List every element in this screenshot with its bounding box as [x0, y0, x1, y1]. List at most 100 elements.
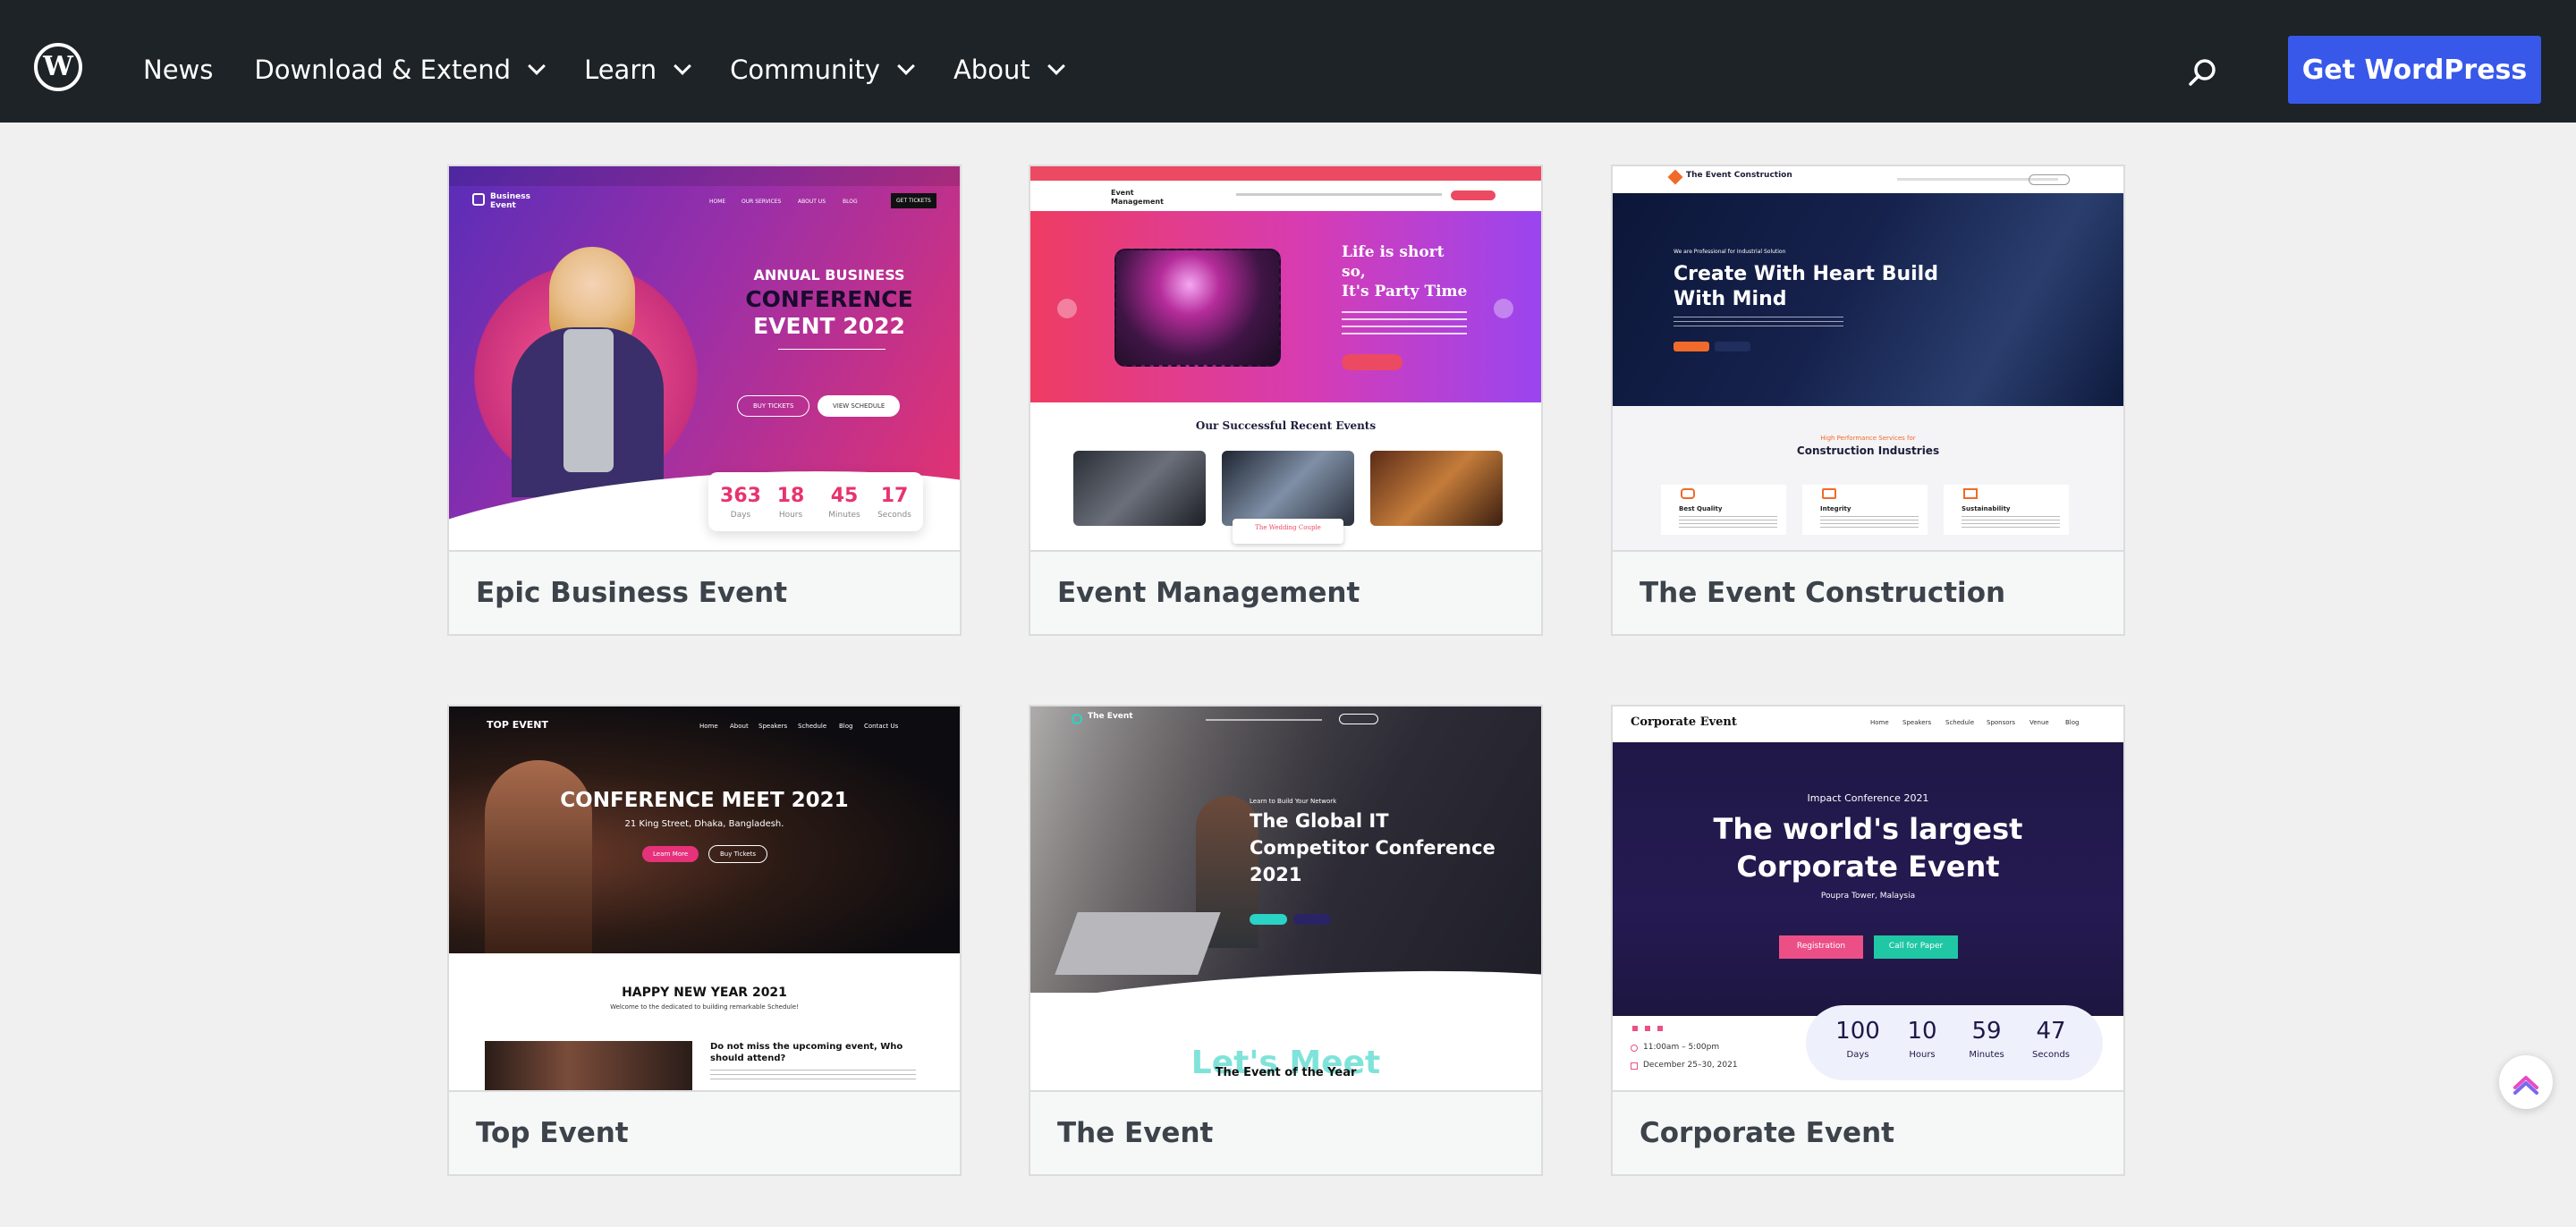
preview-headline: Create With Heart Build	[1674, 263, 1938, 285]
countdown-label: Days	[1846, 1050, 1869, 1060]
logo-icon	[472, 193, 485, 206]
preview-kicker: We are Professional for Industrial Solut…	[1674, 249, 1786, 255]
preview-kicker: ANNUAL BUSINESS	[753, 267, 905, 283]
preview-logo: The Event Construction	[1686, 171, 1792, 180]
wordpress-logo-icon[interactable]: W	[34, 43, 82, 91]
preview-call-for-paper-button: Call for Paper	[1874, 935, 1958, 959]
preview-headline: It's Party Time	[1342, 283, 1468, 300]
preview-topbar	[1030, 166, 1541, 181]
preview-button	[1715, 342, 1750, 351]
preview-logo: TOP EVENT	[487, 719, 548, 731]
preview-menu	[1236, 193, 1442, 196]
preview-buy-tickets-button: BUY TICKETS	[737, 395, 810, 417]
global-header: W News Download & Extend Learn Community…	[0, 0, 2576, 123]
theme-card-corporate-event[interactable]: Corporate Event Home Speakers Schedule S…	[1611, 705, 2125, 1176]
nav-item-learn[interactable]: Learn	[584, 55, 692, 85]
preview-headline: The Global IT	[1250, 810, 1389, 832]
chevron-down-icon	[897, 56, 915, 75]
preview-menu-item: Blog	[839, 723, 853, 730]
theme-preview: Business Event HOME OUR SERVICES ABOUT U…	[449, 166, 960, 550]
portrait-scarf	[564, 329, 614, 472]
help-widget-icon[interactable]	[2499, 1055, 2553, 1109]
countdown-days: 363	[720, 485, 761, 507]
preview-button	[1293, 914, 1331, 925]
quality-icon	[1681, 488, 1695, 499]
preview-button	[1674, 342, 1709, 351]
preview-hero	[1030, 211, 1541, 402]
nav-item-download-extend[interactable]: Download & Extend	[254, 55, 546, 85]
nav-item-about[interactable]: About	[953, 55, 1065, 85]
theme-title: Top Event	[476, 1117, 629, 1149]
preview-blurb: Do not miss the upcoming event, Who shou…	[710, 1042, 903, 1063]
countdown-label: Minutes	[828, 511, 860, 520]
preview-menu-item: ABOUT US	[798, 199, 826, 205]
preview-body-text	[710, 1070, 916, 1082]
theme-title: Event Management	[1057, 577, 1360, 609]
main-nav: News Download & Extend Learn Community A…	[143, 0, 1104, 139]
theme-card-epic-business-event[interactable]: Business Event HOME OUR SERVICES ABOUT U…	[447, 165, 962, 636]
preview-headline: EVENT 2022	[753, 313, 905, 339]
card-footer: Event Management	[1030, 550, 1541, 634]
preview-menu-item: Home	[699, 723, 718, 730]
theme-title: Epic Business Event	[476, 577, 788, 609]
theme-card-top-event[interactable]: TOP EVENT Home About Speakers Schedule B…	[447, 705, 962, 1176]
preview-headline: With Mind	[1674, 288, 1787, 310]
countdown-label: Seconds	[877, 511, 911, 520]
preview-menu-item: Home	[1870, 719, 1889, 726]
preview-headline: Competitor Conference	[1250, 837, 1496, 859]
preview-menu-item: Sponsors	[1987, 719, 2016, 726]
theme-preview: Corporate Event Home Speakers Schedule S…	[1613, 707, 2123, 1090]
preview-registration-button: Registration	[1779, 935, 1863, 959]
countdown-hours: 10	[1907, 1018, 1937, 1045]
facebook-icon	[1645, 1026, 1650, 1031]
preview-menu-item: Venue	[2029, 719, 2049, 726]
preview-headline: The world's largest	[1713, 812, 2023, 846]
countdown-label: Minutes	[1969, 1050, 2004, 1060]
countdown-label: Hours	[1909, 1050, 1936, 1060]
card-footer: Epic Business Event	[449, 550, 960, 634]
theme-card-event-management[interactable]: Event Management Life is short so, It's …	[1029, 165, 1543, 636]
preview-logo: Business Event	[490, 192, 530, 210]
preview-logo: Event Management	[1111, 189, 1164, 206]
preview-headline: Corporate Event	[1736, 850, 2000, 884]
card-footer: Top Event	[449, 1090, 960, 1174]
card-footer: Corporate Event	[1613, 1090, 2123, 1174]
countdown-days: 100	[1835, 1018, 1880, 1045]
event-photo	[1370, 451, 1503, 526]
countdown-minutes: 59	[1971, 1018, 2002, 1045]
nav-item-news[interactable]: News	[143, 55, 213, 85]
preview-ticket-button: GET TICKETS	[891, 193, 936, 208]
preview-section-title: The Event of the Year	[1215, 1066, 1357, 1079]
preview-learn-more-button: Learn More	[642, 846, 699, 862]
preview-body-text	[1342, 311, 1467, 334]
countdown-seconds: 17	[880, 485, 909, 507]
laptop	[1055, 912, 1221, 975]
feature-text	[1962, 516, 2060, 529]
search-icon[interactable]	[2185, 55, 2221, 91]
theme-preview: TOP EVENT Home About Speakers Schedule B…	[449, 707, 960, 1090]
preview-menu-item: Contact Us	[864, 723, 899, 730]
chevron-down-icon	[1046, 56, 1065, 75]
preview-menu-item: Blog	[2065, 719, 2080, 726]
theme-preview: The Event Construction We are Profession…	[1613, 166, 2123, 550]
preview-section-sub: Welcome to the dedicated to building rem…	[610, 1003, 799, 1011]
preview-headline: 2021	[1250, 864, 1302, 885]
theme-card-event-construction[interactable]: The Event Construction We are Profession…	[1611, 165, 2125, 636]
nav-item-community[interactable]: Community	[730, 55, 915, 85]
sustainability-icon	[1963, 488, 1978, 499]
feature-title: Best Quality	[1679, 505, 1723, 512]
countdown-seconds: 47	[2036, 1018, 2066, 1045]
preview-section-title: HAPPY NEW YEAR 2021	[622, 986, 787, 1000]
preview-section-title: Our Successful Recent Events	[1195, 419, 1377, 432]
preview-date: December 25–30, 2021	[1643, 1061, 1738, 1070]
preview-menu-item: BLOG	[843, 199, 858, 205]
get-wordpress-button[interactable]: Get WordPress	[2288, 36, 2541, 104]
theme-title: The Event Construction	[1640, 577, 2006, 609]
countdown-label: Hours	[778, 511, 803, 520]
preview-caption: The Wedding Couple	[1233, 519, 1343, 544]
theme-title: The Event	[1057, 1117, 1214, 1149]
theme-card-the-event[interactable]: The Event Learn to Build Your Network Th…	[1029, 705, 1543, 1176]
event-photo	[1073, 451, 1206, 526]
feature-text	[1679, 516, 1777, 529]
preview-location: Poupra Tower, Malaysia	[1820, 892, 1916, 901]
